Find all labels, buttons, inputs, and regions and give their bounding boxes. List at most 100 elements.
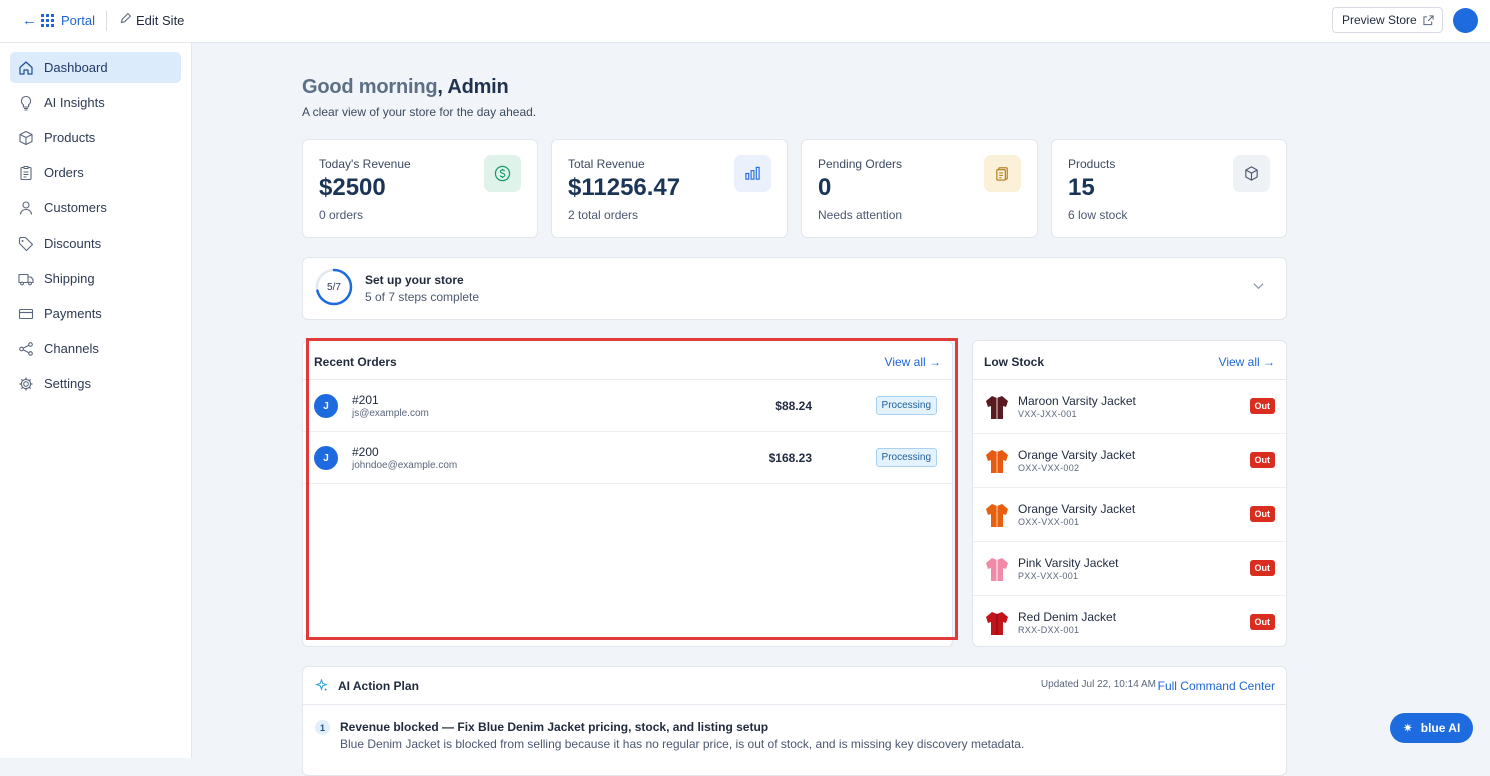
stat-card-total-revenue[interactable]: Total Revenue $11256.47 2 total orders — [551, 139, 788, 238]
user-avatar[interactable] — [1453, 8, 1478, 33]
progress-ring-label: 5/7 — [327, 281, 341, 293]
product-sku: RXX-DXX-001 — [1018, 625, 1080, 635]
chevron-down-icon[interactable] — [1253, 282, 1264, 290]
box-icon — [19, 130, 33, 145]
action-title[interactable]: Revenue blocked — Fix Blue Denim Jacket … — [340, 720, 768, 734]
product-sku: VXX-JXX-001 — [1018, 409, 1077, 419]
panel-header: Recent Orders View all → — [303, 341, 952, 380]
view-all-low-stock-link[interactable]: View all → — [1219, 355, 1275, 369]
product-thumbnail — [986, 504, 1008, 527]
stat-label: Today's Revenue — [319, 157, 411, 171]
sidebar-item-label: Settings — [44, 376, 91, 391]
stat-meta: 2 total orders — [568, 208, 639, 222]
sidebar-item-orders[interactable]: Orders — [10, 157, 181, 188]
divider — [303, 704, 1286, 705]
external-link-icon — [1423, 14, 1434, 25]
status-badge: Processing — [875, 448, 937, 467]
recent-orders-title: Recent Orders — [314, 355, 397, 369]
sidebar-item-label: AI Insights — [44, 95, 105, 110]
sidebar-item-ai-insights[interactable]: AI Insights — [10, 87, 181, 118]
share-icon — [19, 341, 33, 356]
sidebar-item-shipping[interactable]: Shipping — [10, 263, 181, 294]
home-icon — [19, 60, 33, 75]
table-row[interactable]: J #201 js@example.com $88.24 Processing — [303, 380, 952, 432]
sidebar-item-channels[interactable]: Channels — [10, 333, 181, 364]
gear-icon — [19, 377, 33, 390]
portal-link[interactable]: Portal — [61, 13, 95, 28]
stat-label: Products — [1068, 157, 1116, 171]
tag-icon — [18, 236, 34, 251]
sidebar-item-label: Shipping — [44, 271, 95, 286]
sidebar-item-settings[interactable]: Settings — [10, 368, 181, 399]
product-name: Red Denim Jacket — [1018, 610, 1117, 624]
stat-card-products[interactable]: Products 15 6 low stock — [1051, 139, 1287, 238]
stat-value: 0 — [818, 174, 832, 201]
truck-icon — [18, 273, 34, 285]
stat-value: 15 — [1068, 174, 1095, 201]
blue-ai-button[interactable]: ✷ blue AI — [1390, 713, 1473, 743]
ai-action-plan-title: AI Action Plan — [338, 679, 419, 693]
cube-icon — [1233, 155, 1270, 192]
stat-meta: 0 orders — [319, 208, 364, 222]
sidebar-item-payments[interactable]: Payments — [10, 298, 181, 329]
low-stock-title: Low Stock — [984, 355, 1045, 369]
arrow-left-icon[interactable]: ← — [22, 13, 37, 28]
stat-label: Pending Orders — [818, 157, 903, 171]
blue-ai-label: blue AI — [1420, 721, 1461, 735]
preview-store-button[interactable]: Preview Store — [1332, 7, 1443, 33]
sidebar-item-label: Channels — [44, 341, 99, 356]
sidebar-item-customers[interactable]: Customers — [10, 192, 181, 223]
stat-value: $2500 — [319, 174, 386, 201]
credit-card-icon — [18, 308, 34, 319]
list-item[interactable]: Maroon Varsity Jacket VXX-JXX-001 Out — [973, 380, 1286, 434]
setup-title: Set up your store — [365, 273, 464, 287]
sidebar-item-label: Discounts — [44, 236, 102, 251]
stat-meta: Needs attention — [818, 208, 903, 222]
greeting-text: Good morning — [302, 76, 438, 98]
grid-icon[interactable] — [41, 14, 54, 27]
product-sku: OXX-VXX-001 — [1018, 517, 1080, 527]
table-row[interactable]: J #200 johndoe@example.com $168.23 Proce… — [303, 432, 952, 484]
sidebar-item-discounts[interactable]: Discounts — [10, 228, 181, 259]
avatar: J — [314, 394, 338, 418]
setup-subtitle: 5 of 7 steps complete — [365, 290, 480, 304]
stat-card-todays-revenue[interactable]: Today's Revenue $2500 0 orders — [302, 139, 538, 238]
setup-store-card[interactable]: 5/7 Set up your store 5 of 7 steps compl… — [302, 257, 1287, 320]
bar-chart-icon — [734, 155, 771, 192]
divider — [106, 11, 107, 31]
page-subtitle: A clear view of your store for the day a… — [302, 105, 537, 119]
sparkle-icon: ✷ — [1402, 721, 1413, 735]
preview-store-label: Preview Store — [1342, 13, 1417, 27]
clipboard-icon — [984, 155, 1021, 192]
panel-header: Low Stock View all → — [973, 341, 1286, 380]
status-badge: Out — [1249, 398, 1275, 414]
product-sku: OXX-VXX-002 — [1018, 463, 1080, 473]
status-badge: Processing — [875, 396, 937, 415]
pencil-icon[interactable] — [119, 12, 132, 25]
list-item[interactable]: Orange Varsity Jacket OXX-VXX-002 Out — [973, 434, 1286, 488]
product-thumbnail — [986, 396, 1008, 419]
stat-card-pending-orders[interactable]: Pending Orders 0 Needs attention — [801, 139, 1038, 238]
main-content: Good morning, Admin A clear view of your… — [192, 43, 1490, 776]
order-id: #201 — [352, 393, 379, 407]
full-command-center-link[interactable]: Full Command Center — [1158, 679, 1275, 693]
product-thumbnail — [986, 450, 1008, 473]
top-bar: ← Portal Edit Site Preview Store — [0, 0, 1490, 43]
sidebar-item-label: Customers — [44, 200, 107, 215]
list-item[interactable]: Orange Varsity Jacket OXX-VXX-001 Out — [973, 488, 1286, 542]
product-name: Orange Varsity Jacket — [1018, 502, 1136, 516]
sidebar-item-dashboard[interactable]: Dashboard — [10, 52, 181, 83]
order-id: #200 — [352, 445, 379, 459]
list-item[interactable]: Pink Varsity Jacket PXX-VXX-001 Out — [973, 542, 1286, 596]
status-badge: Out — [1249, 560, 1275, 576]
page-title: Good morning, Admin — [302, 76, 509, 99]
sidebar: Dashboard AI Insights Products Orders Cu… — [0, 43, 192, 758]
action-number: 1 — [315, 720, 330, 735]
edit-site-link[interactable]: Edit Site — [136, 13, 184, 28]
product-sku: PXX-VXX-001 — [1018, 571, 1079, 581]
sidebar-item-products[interactable]: Products — [10, 122, 181, 153]
list-item[interactable]: Red Denim Jacket RXX-DXX-001 Out — [973, 596, 1286, 650]
clipboard-icon — [20, 165, 32, 180]
view-all-orders-link[interactable]: View all → — [885, 355, 941, 369]
product-thumbnail — [986, 558, 1008, 581]
